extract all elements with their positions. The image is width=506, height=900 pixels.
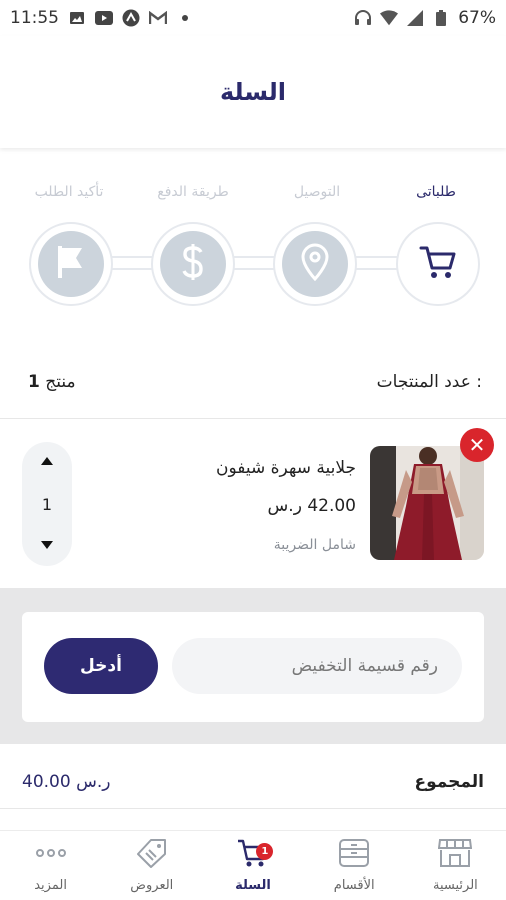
nav-label-cart: السلة [235, 878, 271, 893]
nav-item-cart[interactable]: 1 السلة [202, 831, 303, 900]
battery-percent: 67% [458, 8, 496, 28]
dot-icon [176, 9, 194, 27]
wifi-icon [380, 9, 399, 27]
step-label-confirm: تأكيد الطلب [34, 184, 104, 200]
status-bar: 11:55 67% [0, 0, 506, 36]
nav-label-more: المزيد [34, 878, 67, 893]
checkout-steps: طلباتى التوصيل طريقة الدفع تأكيد الطلب [0, 172, 506, 312]
more-icon [34, 838, 68, 872]
divider [0, 418, 506, 419]
app-notification-icon [122, 9, 140, 27]
total-row: 40.00 ر.س المجموع [0, 760, 506, 804]
nav-item-more[interactable]: المزيد [0, 831, 101, 900]
decrease-quantity-button[interactable] [40, 538, 54, 554]
item-count: 1 منتج [24, 372, 76, 392]
step-payment[interactable] [151, 222, 235, 306]
headphones-icon [354, 9, 372, 27]
item-count-unit: منتج [45, 372, 76, 392]
coupon-code-input[interactable] [172, 638, 462, 694]
tag-icon [135, 838, 169, 872]
promo-section: أدخل [0, 588, 506, 744]
remove-item-button[interactable]: ✕ [460, 428, 494, 462]
promo-card: أدخل [22, 612, 484, 722]
mail-icon [149, 9, 167, 27]
item-count-row: 1 منتج عدد المنتجات : [0, 364, 506, 400]
step-label-orders: طلباتى [416, 184, 456, 200]
step-delivery[interactable] [273, 222, 357, 306]
apply-coupon-button[interactable]: أدخل [44, 638, 158, 694]
cart-item: ✕ جلابية سهرة شيفون 42.00 ر.س شامل الضري… [0, 420, 506, 588]
flag-icon [56, 244, 86, 284]
product-price: 42.00 ر.س [267, 496, 356, 516]
total-label: المجموع [414, 772, 484, 792]
step-label-payment: طريقة الدفع [157, 184, 229, 200]
youtube-icon [95, 9, 113, 27]
divider [0, 808, 506, 809]
item-count-number: 1 [28, 372, 40, 392]
dollar-icon [180, 242, 206, 286]
tax-note: شامل الضريبة [273, 537, 356, 553]
nav-item-categories[interactable]: الأقسام [304, 831, 405, 900]
page-title: السلة [219, 78, 286, 106]
cart-icon [419, 244, 457, 284]
total-value: 40.00 ر.س [22, 772, 111, 792]
status-time: 11:55 [10, 8, 59, 28]
step-label-delivery: التوصيل [293, 184, 341, 200]
step-connector [230, 256, 278, 270]
increase-quantity-button[interactable] [40, 454, 54, 470]
nav-label-offers: العروض [130, 878, 174, 893]
close-icon: ✕ [468, 433, 486, 457]
nav-item-offers[interactable]: العروض [101, 831, 202, 900]
categories-icon [337, 838, 371, 872]
quantity-stepper: 1 [22, 442, 72, 566]
product-image[interactable] [370, 446, 484, 560]
app-header: السلة [0, 36, 506, 148]
battery-icon [432, 9, 450, 27]
signal-icon [406, 9, 424, 27]
cart-badge: 1 [256, 843, 274, 860]
product-name[interactable]: جلابية سهرة شيفون [216, 458, 356, 478]
location-pin-icon [300, 243, 330, 285]
step-orders[interactable] [396, 222, 480, 306]
gallery-icon [68, 9, 86, 27]
nav-item-home[interactable]: الرئيسية [405, 831, 506, 900]
step-connector [352, 256, 400, 270]
step-confirm[interactable] [29, 222, 113, 306]
item-count-label: عدد المنتجات : [376, 372, 482, 392]
store-icon [438, 838, 473, 872]
nav-label-categories: الأقسام [333, 878, 375, 893]
nav-label-home: الرئيسية [433, 878, 478, 893]
bottom-nav: الرئيسية الأقسام 1 السلة العروض المزيد [0, 830, 506, 900]
step-connector [108, 256, 156, 270]
quantity-value: 1 [41, 494, 53, 514]
